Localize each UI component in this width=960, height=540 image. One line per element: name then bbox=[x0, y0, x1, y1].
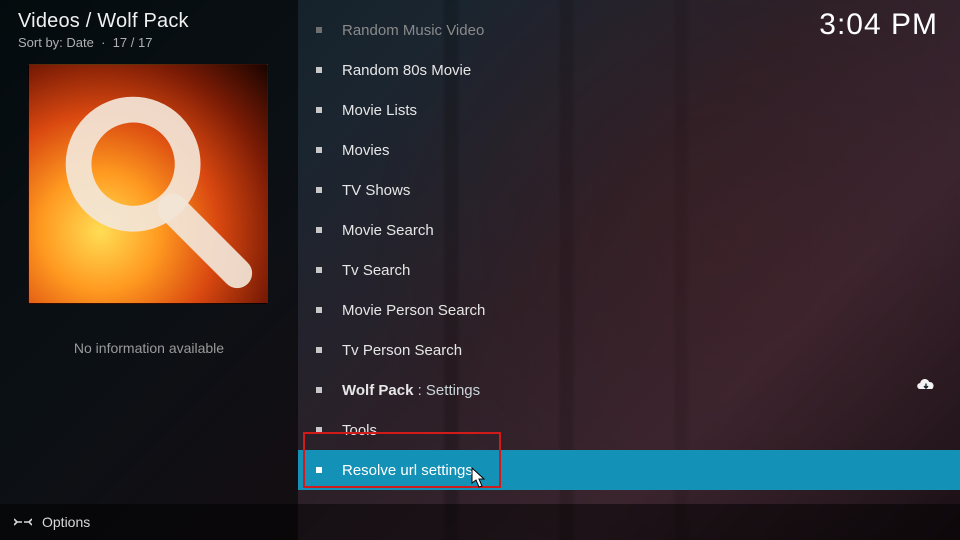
addon-thumbnail bbox=[28, 64, 268, 304]
options-label[interactable]: Options bbox=[42, 514, 90, 530]
bullet-icon bbox=[316, 107, 322, 113]
bullet-icon bbox=[316, 307, 322, 313]
cursor-icon bbox=[471, 467, 487, 489]
menu-item-tools[interactable]: Tools bbox=[298, 410, 960, 450]
menu-item-label: Tools bbox=[342, 422, 377, 439]
bullet-icon bbox=[316, 187, 322, 193]
menu-item-resolve-url-settings[interactable]: Resolve url settings bbox=[298, 450, 960, 490]
options-icon[interactable] bbox=[14, 515, 32, 529]
sort-line: Sort by: Date · 17 / 17 bbox=[18, 35, 280, 50]
menu-item-movie-lists[interactable]: Movie Lists bbox=[298, 90, 960, 130]
left-panel: Videos / Wolf Pack Sort by: Date · 17 / … bbox=[0, 0, 298, 540]
sort-prefix: Sort by: bbox=[18, 35, 63, 50]
bullet-icon bbox=[316, 67, 322, 73]
menu-item-label: Wolf Pack : Settings bbox=[342, 382, 480, 399]
menu-item-label: Movie Lists bbox=[342, 102, 417, 119]
menu-item-label: Resolve url settings bbox=[342, 462, 473, 479]
menu-item-label: Movie Search bbox=[342, 222, 434, 239]
sort-value: Date bbox=[66, 35, 93, 50]
menu-item-random-80s-movie[interactable]: Random 80s Movie bbox=[298, 50, 960, 90]
bullet-icon bbox=[316, 427, 322, 433]
menu-item-label: TV Shows bbox=[342, 182, 410, 199]
menu-item-tv-person-search[interactable]: Tv Person Search bbox=[298, 330, 960, 370]
bullet-icon bbox=[316, 147, 322, 153]
bullet-icon bbox=[316, 347, 322, 353]
no-info-label: No information available bbox=[18, 340, 280, 356]
menu-item-wolf-pack-settings[interactable]: Wolf Pack : Settings bbox=[298, 370, 960, 410]
menu-item-label: Tv Search bbox=[342, 262, 410, 279]
bullet-icon bbox=[316, 387, 322, 393]
search-icon bbox=[29, 65, 267, 303]
menu-item-movies[interactable]: Movies bbox=[298, 130, 960, 170]
menu-item-label: Random 80s Movie bbox=[342, 62, 471, 79]
menu-list: Random Music Video Random 80s Movie Movi… bbox=[298, 10, 960, 490]
bullet-icon bbox=[316, 467, 322, 473]
clock: 3:04 PM bbox=[819, 8, 938, 42]
menu-item-movie-search[interactable]: Movie Search bbox=[298, 210, 960, 250]
bullet-icon bbox=[316, 267, 322, 273]
menu-item-label: Tv Person Search bbox=[342, 342, 462, 359]
menu-item-label: Movies bbox=[342, 142, 390, 159]
menu-item-tv-search[interactable]: Tv Search bbox=[298, 250, 960, 290]
footer-bar: Options bbox=[0, 504, 960, 540]
menu-item-label: Random Music Video bbox=[342, 22, 484, 39]
bullet-icon bbox=[316, 227, 322, 233]
download-icon bbox=[916, 374, 936, 399]
menu-item-tv-shows[interactable]: TV Shows bbox=[298, 170, 960, 210]
menu-item-label: Movie Person Search bbox=[342, 302, 485, 319]
breadcrumb: Videos / Wolf Pack bbox=[18, 10, 280, 33]
menu-item-movie-person-search[interactable]: Movie Person Search bbox=[298, 290, 960, 330]
bullet-icon bbox=[316, 27, 322, 33]
item-count: 17 / 17 bbox=[113, 35, 153, 50]
